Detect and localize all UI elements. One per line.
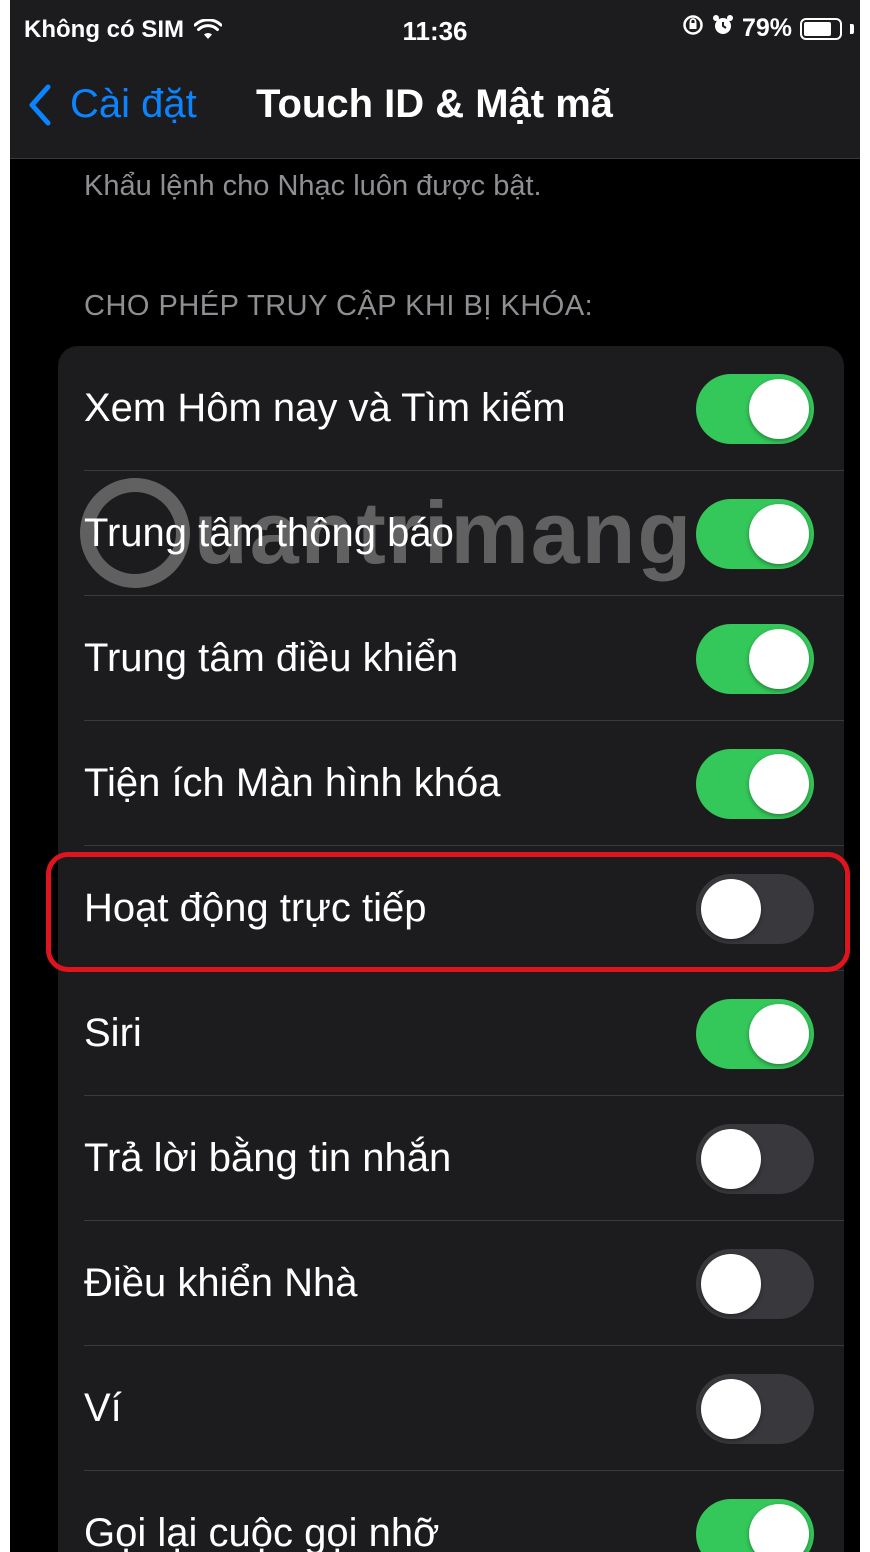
toggle-switch[interactable] [696,1123,814,1194]
navigation-bar: Cài đặt Touch ID & Mật mã [10,66,860,159]
row-label: Trung tâm điều khiển [84,636,459,680]
toggle-knob [749,753,809,814]
section-header: CHO PHÉP TRUY CẬP KHI BỊ KHÓA: [84,290,594,322]
row-label: Siri [84,1011,142,1055]
toggle-switch[interactable] [696,1373,814,1444]
toggle-knob [749,628,809,689]
status-right: 79% [682,14,854,43]
toggle-knob [701,1253,761,1314]
toggle-switch[interactable] [696,498,814,569]
settings-row[interactable]: Điều khiển Nhà [58,1221,844,1346]
settings-row[interactable]: Trung tâm thông báo [58,471,844,596]
settings-row[interactable]: Siri [58,971,844,1096]
battery-percent: 79% [741,14,792,42]
lock-screen-access-group: Xem Hôm nay và Tìm kiếm Trung tâm thông b… [58,346,844,1552]
row-label: Hoạt động trực tiếp [84,886,427,930]
alarm-icon [712,14,734,43]
settings-row[interactable]: Ví [58,1346,844,1471]
toggle-switch[interactable] [696,1248,814,1319]
toggle-knob [749,1503,809,1552]
back-button[interactable]: Cài đặt [28,82,197,127]
toggle-switch[interactable] [696,998,814,1069]
row-label: Gọi lại cuộc gọi nhỡ [84,1511,440,1552]
settings-row[interactable]: Trả lời bằng tin nhắn [58,1096,844,1221]
settings-row[interactable]: Tiện ích Màn hình khóa [58,721,844,846]
toggle-knob [701,1378,761,1439]
settings-row[interactable]: Gọi lại cuộc gọi nhỡ [58,1471,844,1552]
chevron-left-icon [28,84,52,126]
toggle-switch[interactable] [696,1498,814,1552]
phone-screen: Không có SIM 11:36 79% Cài đặt Touch ID … [10,0,860,1552]
settings-row[interactable]: Hoạt động trực tiếp [58,846,844,971]
toggle-knob [749,503,809,564]
row-label: Điều khiển Nhà [84,1261,358,1305]
settings-row[interactable]: Trung tâm điều khiển [58,596,844,721]
settings-row[interactable]: Xem Hôm nay và Tìm kiếm [58,346,844,471]
page-title: Touch ID & Mật mã [256,82,614,126]
back-label: Cài đặt [70,82,197,126]
toggle-knob [701,1128,761,1189]
toggle-switch[interactable] [696,623,814,694]
battery-icon [800,17,842,40]
row-label: Trung tâm thông báo [84,511,454,555]
row-label: Xem Hôm nay và Tìm kiếm [84,386,566,430]
toggle-switch[interactable] [696,873,814,944]
toggle-switch[interactable] [696,373,814,444]
toggle-knob [701,878,761,939]
battery-cap [850,23,854,34]
settings-content[interactable]: Khẩu lệnh cho Nhạc luôn được bật. CHO PH… [10,158,860,1552]
orientation-lock-icon [682,14,704,43]
row-label: Trả lời bằng tin nhắn [84,1136,452,1180]
battery-fill [804,21,831,36]
toggle-knob [749,378,809,439]
toggle-knob [749,1003,809,1064]
row-label: Ví [84,1386,122,1430]
status-bar: Không có SIM 11:36 79% [10,0,860,66]
row-label: Tiện ích Màn hình khóa [84,761,501,805]
toggle-switch[interactable] [696,748,814,819]
music-voice-note: Khẩu lệnh cho Nhạc luôn được bật. [84,170,542,202]
